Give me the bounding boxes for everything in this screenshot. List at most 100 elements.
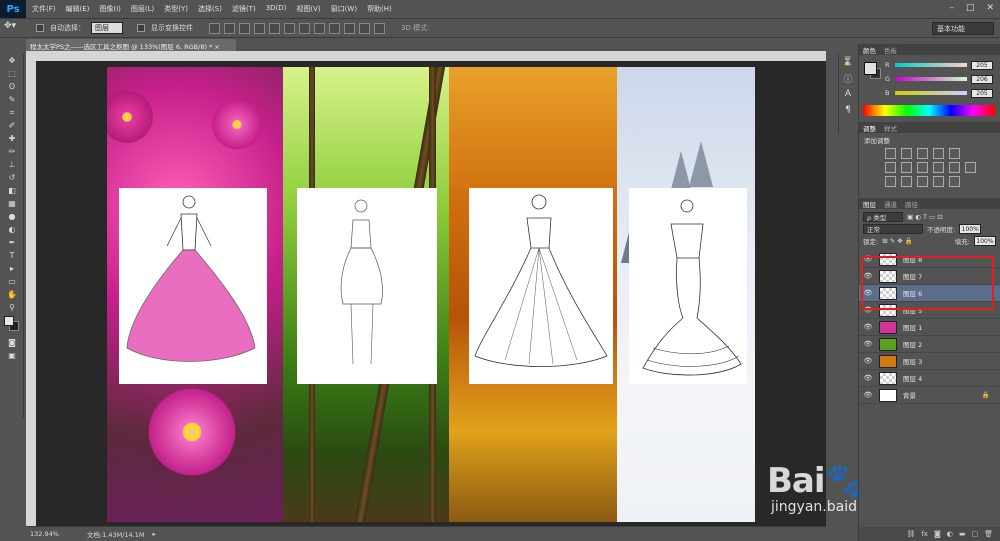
photo-filter-icon[interactable]	[933, 162, 944, 173]
healing-tool-icon[interactable]: ✚	[0, 132, 24, 145]
group-icon[interactable]: ▬	[959, 530, 966, 538]
green-slider[interactable]	[895, 77, 967, 81]
menu-help[interactable]: 帮助(H)	[367, 4, 392, 14]
menu-3d[interactable]: 3D(D)	[266, 4, 287, 14]
menu-select[interactable]: 选择(S)	[198, 4, 222, 14]
zoom-tool-icon[interactable]: ⚲	[0, 301, 24, 314]
status-arrow-icon[interactable]: ▸	[152, 530, 155, 538]
layer-row[interactable]: 👁 背景 🔒	[859, 387, 1000, 404]
invert-icon[interactable]	[885, 176, 896, 187]
levels-icon[interactable]	[901, 148, 912, 159]
move-tool-preset-icon[interactable]: ✥▾	[4, 21, 30, 35]
align-right-icon[interactable]	[284, 22, 295, 34]
stamp-tool-icon[interactable]: ⊥	[0, 158, 24, 171]
new-layer-icon[interactable]: ▢	[971, 530, 978, 538]
lasso-tool-icon[interactable]: ʘ	[0, 80, 24, 93]
align-vcenter-icon[interactable]	[224, 22, 235, 34]
menu-type[interactable]: 类型(Y)	[164, 4, 188, 14]
selective-color-icon[interactable]	[949, 176, 960, 187]
visibility-eye-icon[interactable]: 👁	[863, 306, 873, 314]
distribute-bottom-icon[interactable]	[329, 22, 340, 34]
color-swatches[interactable]	[0, 314, 24, 336]
link-icon[interactable]: ⛓	[906, 530, 915, 538]
visibility-eye-icon[interactable]: 👁	[863, 289, 873, 297]
doc-info[interactable]: 文档:1.43M/14.1M	[87, 529, 145, 539]
canvas-area[interactable]	[36, 61, 826, 526]
exposure-icon[interactable]	[933, 148, 944, 159]
color-spectrum[interactable]	[863, 105, 995, 116]
tab-layers[interactable]: 图层	[863, 199, 876, 209]
tab-styles[interactable]: 样式	[884, 123, 897, 133]
lock-icons[interactable]: ⊞ ✎ ✥ 🔒	[882, 237, 913, 245]
quick-mask-icon[interactable]: ◙	[0, 336, 24, 349]
layer-filter-dropdown[interactable]: ρ 类型	[863, 212, 903, 222]
layer-row[interactable]: 👁 图层 5	[859, 302, 1000, 319]
tab-channels[interactable]: 通道	[884, 199, 897, 209]
path-select-tool-icon[interactable]: ▸	[0, 262, 24, 275]
document-tab[interactable]: 程太太学PS之——选区工具之抠图 @ 133%(图层 6, RGB/8) * ×	[26, 39, 236, 51]
trash-icon[interactable]: 🗑	[984, 530, 993, 538]
visibility-eye-icon[interactable]: 👁	[863, 272, 873, 280]
move-tool-icon[interactable]: ✥	[0, 54, 24, 67]
foreground-color-swatch[interactable]	[4, 316, 14, 326]
type-tool-icon[interactable]: T	[0, 249, 24, 262]
brightness-icon[interactable]	[885, 148, 896, 159]
distribute-hcenter-icon[interactable]	[359, 22, 370, 34]
color-balance-icon[interactable]	[901, 162, 912, 173]
red-value[interactable]: 205	[971, 60, 993, 70]
screen-mode-icon[interactable]: ▣	[0, 349, 24, 362]
filter-icons[interactable]: ▣ ◐ T ▭ ⊡	[907, 213, 943, 221]
menu-file[interactable]: 文件(F)	[32, 4, 56, 14]
tab-color[interactable]: 颜色	[863, 45, 876, 55]
visibility-eye-icon[interactable]: 👁	[863, 357, 873, 365]
minimize-button[interactable]: –	[949, 3, 954, 13]
eyedropper-tool-icon[interactable]: ✐	[0, 119, 24, 132]
menu-image[interactable]: 图像(I)	[99, 4, 121, 14]
visibility-eye-icon[interactable]: 👁	[863, 374, 873, 382]
adjust-icon[interactable]: ◐	[947, 530, 953, 538]
paragraph-icon[interactable]: ¶	[839, 102, 857, 118]
layer-row[interactable]: 👁 图层 8	[859, 251, 1000, 268]
color-fg-swatch[interactable]	[864, 62, 877, 75]
show-transform-checkbox[interactable]	[137, 24, 145, 32]
channel-mixer-icon[interactable]	[949, 162, 960, 173]
posterize-icon[interactable]	[901, 176, 912, 187]
document-canvas[interactable]	[107, 67, 755, 522]
visibility-eye-icon[interactable]: 👁	[863, 323, 873, 331]
brush-tool-icon[interactable]: ✏	[0, 145, 24, 158]
blend-mode-dropdown[interactable]: 正常	[863, 224, 923, 234]
document-tab-close[interactable]: ×	[214, 43, 219, 51]
zoom-level[interactable]: 132.94%	[30, 530, 59, 538]
mask-icon[interactable]: ◙	[934, 530, 941, 538]
blue-value[interactable]: 205	[971, 88, 993, 98]
workspace-dropdown[interactable]: 基本功能	[932, 22, 994, 35]
close-button[interactable]: ✕	[986, 3, 994, 13]
align-hcenter-icon[interactable]	[269, 22, 280, 34]
menu-window[interactable]: 窗口(W)	[331, 4, 357, 14]
opacity-input[interactable]: 100%	[959, 224, 982, 234]
curves-icon[interactable]	[917, 148, 928, 159]
auto-select-dropdown[interactable]: 图层	[91, 22, 123, 34]
layer-row[interactable]: 👁 图层 6	[859, 285, 1000, 302]
fill-input[interactable]: 100%	[974, 236, 996, 246]
shape-tool-icon[interactable]: ▭	[0, 275, 24, 288]
tab-paths[interactable]: 路径	[905, 199, 918, 209]
crop-tool-icon[interactable]: ⌗	[0, 106, 24, 119]
menu-view[interactable]: 视图(V)	[296, 4, 320, 14]
distribute-top-icon[interactable]	[299, 22, 310, 34]
vibrance-icon[interactable]	[949, 148, 960, 159]
fx-icon[interactable]: fx	[921, 530, 928, 538]
align-bottom-icon[interactable]	[239, 22, 250, 34]
align-top-icon[interactable]	[209, 22, 220, 34]
visibility-eye-icon[interactable]: 👁	[863, 255, 873, 263]
distribute-left-icon[interactable]	[344, 22, 355, 34]
visibility-eye-icon[interactable]: 👁	[863, 391, 873, 399]
character-icon[interactable]: A	[839, 86, 857, 102]
layer-row[interactable]: 👁 图层 1	[859, 319, 1000, 336]
tab-adjustments[interactable]: 调整	[863, 123, 876, 133]
color-lookup-icon[interactable]	[965, 162, 976, 173]
layer-row[interactable]: 👁 图层 4	[859, 370, 1000, 387]
gradient-map-icon[interactable]	[933, 176, 944, 187]
green-value[interactable]: 206	[971, 74, 993, 84]
layer-row[interactable]: 👁 图层 7	[859, 268, 1000, 285]
